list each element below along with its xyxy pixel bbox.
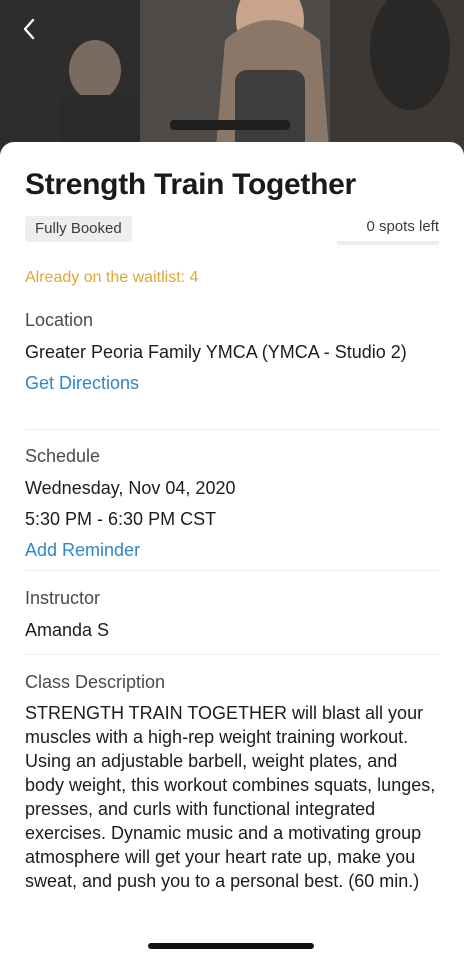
get-directions-link[interactable]: Get Directions: [25, 371, 139, 395]
class-detail-sheet: Strength Train Together Fully Booked 0 s…: [0, 142, 464, 960]
home-indicator[interactable]: [148, 943, 314, 949]
location-value: Greater Peoria Family YMCA (YMCA - Studi…: [25, 342, 407, 362]
instructor-name: Amanda S: [25, 620, 110, 640]
schedule-section: Schedule Wednesday, Nov 04, 2020 5:30 PM…: [25, 444, 439, 562]
schedule-time: 5:30 PM - 6:30 PM CST: [25, 509, 217, 529]
instructor-section: Instructor Amanda S: [25, 586, 439, 642]
description-section: Class Description STRENGTH TRAIN TOGETHE…: [25, 670, 439, 893]
schedule-label: Schedule: [25, 446, 101, 466]
class-title: Strength Train Together: [25, 168, 356, 201]
hero-image: [0, 0, 464, 160]
divider: [25, 570, 439, 571]
status-badge: Fully Booked: [25, 216, 132, 242]
spots-progress-bar: [337, 241, 439, 245]
location-section: Location Greater Peoria Family YMCA (YMC…: [25, 308, 439, 395]
add-reminder-link[interactable]: Add Reminder: [25, 538, 140, 562]
gym-photo: [0, 0, 464, 160]
waitlist-count: Already on the waitlist: 4: [25, 269, 199, 286]
description-text: STRENGTH TRAIN TOGETHER will blast all y…: [25, 703, 436, 891]
spots-left: 0 spots left: [366, 218, 439, 235]
back-button[interactable]: [22, 18, 58, 54]
description-label: Class Description: [25, 672, 166, 692]
chevron-left-icon: [23, 18, 35, 40]
schedule-date: Wednesday, Nov 04, 2020: [25, 478, 236, 498]
divider: [25, 429, 439, 430]
divider: [25, 654, 439, 655]
instructor-label: Instructor: [25, 588, 101, 608]
location-label: Location: [25, 310, 94, 330]
